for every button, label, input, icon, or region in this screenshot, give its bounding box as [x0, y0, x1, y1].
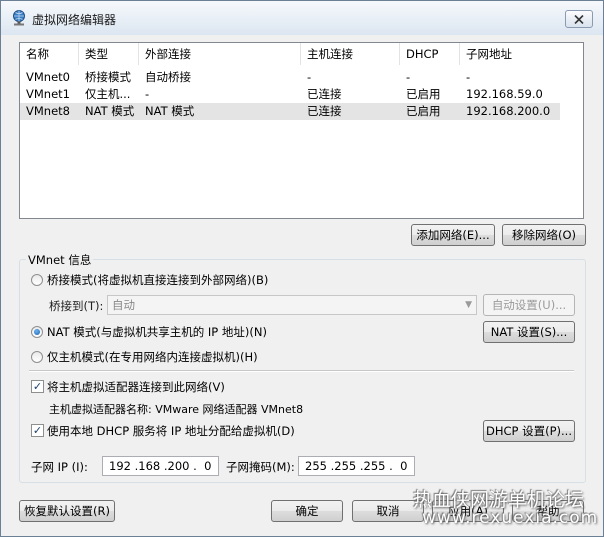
chevron-down-icon: ▼: [465, 300, 472, 310]
bridged-to-select[interactable]: 自动 ▼: [107, 295, 477, 315]
dhcp-label[interactable]: 使用本地 DHCP 服务将 IP 地址分配给虚拟机(D): [47, 423, 295, 439]
column-header-host-connection[interactable]: 主机连接: [301, 43, 400, 65]
cell-subnet-address: 192.168.200.0: [466, 104, 551, 118]
column-header-external-connection[interactable]: 外部连接: [139, 43, 301, 65]
column-header-name[interactable]: 名称: [20, 43, 79, 65]
cell-name: VMnet1: [26, 87, 70, 101]
auto-settings-button[interactable]: 自动设置(U)...: [483, 294, 575, 316]
cell-dhcp: 已启用: [406, 104, 441, 118]
cell-type: 仅主机...: [85, 87, 131, 101]
column-header-type[interactable]: 类型: [79, 43, 139, 65]
table-row[interactable]: VMnet1 仅主机... - 已连接 已启用 192.168.59.0: [20, 86, 560, 103]
table-row-selected[interactable]: VMnet8 NAT 模式 NAT 模式 已连接 已启用 192.168.200…: [20, 103, 560, 120]
ok-button[interactable]: 确定: [271, 500, 343, 522]
network-globe-icon: [13, 10, 25, 26]
subnet-mask-label: 子网掩码(M):: [226, 460, 295, 474]
cell-name: VMnet8: [26, 104, 70, 118]
cell-host-connection: -: [307, 70, 312, 84]
dialog-client-area: 名称 类型 外部连接 主机连接 DHCP 子网地址 VMnet0 桥接模式 自动…: [1, 35, 603, 536]
vmnet-info-group-label: VMnet 信息: [26, 252, 94, 268]
adapter-name-label: 主机虚拟适配器名称: VMware 网络适配器 VMnet8: [49, 403, 304, 416]
cell-external-connection: NAT 模式: [145, 104, 195, 118]
dhcp-settings-button[interactable]: DHCP 设置(P)...: [483, 420, 575, 442]
cell-dhcp: -: [406, 70, 411, 84]
column-header-dhcp[interactable]: DHCP: [400, 43, 460, 65]
remove-network-button[interactable]: 移除网络(O): [502, 224, 586, 246]
cell-host-connection: 已连接: [307, 87, 342, 101]
nat-settings-button[interactable]: NAT 设置(S)...: [483, 321, 575, 343]
cell-subnet-address: -: [466, 70, 471, 84]
watermark-url: www.rexuexia.com: [422, 508, 599, 528]
title-bar[interactable]: 虚拟网络编辑器: [1, 1, 603, 35]
bridged-mode-label[interactable]: 桥接模式(将虚拟机直接连接到外部网络)(B): [47, 272, 268, 288]
network-list-header: 名称 类型 外部连接 主机连接 DHCP 子网地址: [20, 43, 560, 65]
close-icon: [574, 14, 584, 24]
nat-mode-label[interactable]: NAT 模式(与虚拟机共享主机的 IP 地址)(N): [47, 324, 267, 340]
close-button[interactable]: [565, 10, 593, 28]
divider: [29, 370, 574, 372]
table-row[interactable]: VMnet0 桥接模式 自动桥接 - - -: [20, 69, 560, 86]
dhcp-checkbox[interactable]: ✓: [31, 424, 44, 437]
connect-adapter-checkbox[interactable]: ✓: [31, 380, 44, 393]
subnet-ip-label: 子网 IP (I):: [31, 460, 88, 474]
restore-defaults-button[interactable]: 恢复默认设置(R): [19, 500, 115, 522]
bridged-to-label: 桥接到(T):: [49, 299, 104, 313]
column-header-subnet-address[interactable]: 子网地址: [460, 43, 560, 65]
virtual-network-editor-window: 虚拟网络编辑器 名称 类型 外部连接 主机连接 DHCP 子网地址 VMnet0…: [0, 0, 604, 537]
bridged-mode-radio[interactable]: [31, 274, 43, 286]
subnet-ip-input[interactable]: 192 .168 .200 . 0: [102, 456, 219, 476]
cell-type: 桥接模式: [85, 70, 131, 84]
cell-subnet-address: 192.168.59.0: [466, 87, 543, 101]
host-only-mode-radio[interactable]: [31, 351, 43, 363]
network-list[interactable]: 名称 类型 外部连接 主机连接 DHCP 子网地址 VMnet0 桥接模式 自动…: [19, 42, 584, 219]
cell-external-connection: -: [145, 87, 150, 101]
connect-adapter-label[interactable]: 将主机虚拟适配器连接到此网络(V): [47, 379, 225, 395]
cell-host-connection: 已连接: [307, 104, 342, 118]
cell-external-connection: 自动桥接: [145, 70, 191, 84]
cell-dhcp: 已启用: [406, 87, 441, 101]
cell-name: VMnet0: [26, 70, 70, 84]
subnet-mask-input[interactable]: 255 .255 .255 . 0: [298, 456, 415, 476]
nat-mode-radio[interactable]: [31, 326, 43, 338]
host-only-mode-label[interactable]: 仅主机模式(在专用网络内连接虚拟机)(H): [47, 349, 258, 365]
bridged-to-value: 自动: [112, 298, 135, 312]
cell-type: NAT 模式: [85, 104, 135, 118]
add-network-button[interactable]: 添加网络(E)...: [411, 224, 495, 246]
window-title: 虚拟网络编辑器: [32, 13, 117, 27]
